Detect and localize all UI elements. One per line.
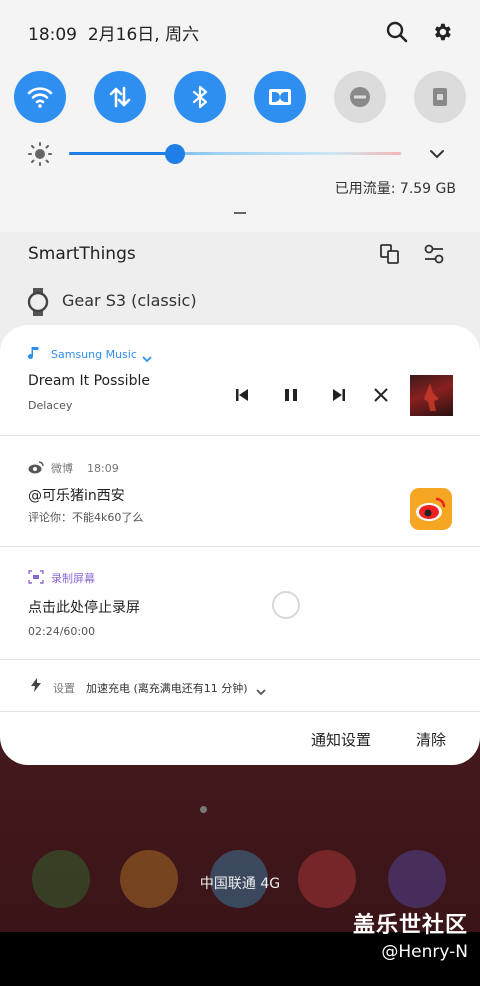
status-clock-date: 18:09 2月16日, 周六 bbox=[28, 20, 199, 45]
watermark-site: 盖乐世社区 bbox=[352, 913, 468, 938]
close-icon[interactable] bbox=[373, 387, 389, 407]
date: 2月16日, 周六 bbox=[87, 25, 200, 45]
weibo-title: @可乐猪in西安 bbox=[28, 488, 125, 504]
expand-chevron-icon[interactable] bbox=[428, 146, 446, 165]
smartthings-label[interactable]: SmartThings bbox=[28, 244, 136, 264]
charging-text: 加速充电 (离充满电还有11 分钟) bbox=[86, 682, 248, 695]
do-not-disturb-toggle[interactable] bbox=[334, 71, 386, 123]
music-note-icon bbox=[28, 345, 42, 365]
weibo-text: 评论你：不能4k60了么 bbox=[28, 511, 144, 524]
recorder-title[interactable]: 点击此处停止录屏 bbox=[28, 597, 140, 617]
brightness-slider-fill bbox=[69, 152, 175, 155]
lock-icon bbox=[433, 88, 447, 106]
dolby-toggle[interactable] bbox=[254, 71, 306, 123]
data-usage-label: 已用流量: 7.59 GB bbox=[334, 181, 456, 197]
gear-s3-device[interactable]: Gear S3 (classic) bbox=[62, 291, 197, 310]
screen-lock-toggle[interactable] bbox=[414, 71, 466, 123]
panel-drag-handle[interactable] bbox=[234, 212, 246, 214]
recorder-app-name: 录制屏幕 bbox=[51, 572, 95, 585]
charging-app-name: 设置 bbox=[53, 682, 75, 695]
carrier-label: 中国联通 4G bbox=[199, 876, 281, 892]
mobile-data-toggle[interactable] bbox=[94, 71, 146, 123]
weibo-small-icon bbox=[28, 459, 44, 478]
bluetooth-toggle[interactable] bbox=[174, 71, 226, 123]
divider bbox=[0, 711, 480, 712]
divider bbox=[0, 546, 480, 547]
divider bbox=[0, 435, 480, 436]
screen-record-icon bbox=[28, 569, 44, 588]
brightness-slider-thumb[interactable] bbox=[165, 144, 185, 164]
device-link-icon[interactable] bbox=[379, 243, 401, 269]
watch-icon bbox=[26, 287, 50, 321]
music-track-title: Dream It Possible bbox=[28, 373, 150, 389]
clock: 18:09 bbox=[28, 25, 77, 45]
watermark-user: @Henry-N bbox=[381, 942, 468, 962]
pause-icon[interactable] bbox=[283, 387, 299, 407]
album-art bbox=[410, 375, 453, 416]
recorder-duration: 02:24/60:00 bbox=[28, 625, 96, 638]
device-settings-icon[interactable] bbox=[423, 243, 445, 269]
brightness-sun-icon bbox=[28, 142, 52, 170]
clear-all-button[interactable]: 清除 bbox=[416, 729, 446, 750]
page-indicator-dot bbox=[200, 806, 207, 813]
wifi-toggle[interactable] bbox=[14, 71, 66, 123]
music-artist: Delacey bbox=[28, 399, 73, 412]
search-icon[interactable] bbox=[386, 21, 408, 47]
next-track-icon[interactable] bbox=[331, 387, 347, 407]
weibo-time: 18:09 bbox=[87, 462, 119, 475]
notification-settings-button[interactable]: 通知设置 bbox=[311, 729, 371, 750]
bluetooth-icon bbox=[192, 85, 208, 109]
weibo-app-name: 微博 18:09 bbox=[51, 460, 119, 476]
settings-gear-icon[interactable] bbox=[431, 21, 453, 47]
music-expand-chevron-icon[interactable] bbox=[141, 349, 153, 368]
music-app-name: Samsung Music bbox=[51, 348, 137, 361]
divider bbox=[0, 659, 480, 660]
charging-expand-chevron-icon[interactable] bbox=[255, 682, 267, 701]
weibo-app-label: 微博 bbox=[51, 462, 73, 475]
wifi-icon bbox=[27, 87, 53, 108]
data-arrows-icon bbox=[109, 86, 131, 108]
do-not-disturb-icon bbox=[350, 87, 370, 107]
dolby-icon bbox=[269, 89, 291, 105]
weibo-app-icon bbox=[410, 488, 452, 530]
previous-track-icon[interactable] bbox=[234, 387, 250, 407]
charging-bolt-icon bbox=[30, 677, 42, 697]
recording-progress-circle bbox=[272, 591, 300, 619]
